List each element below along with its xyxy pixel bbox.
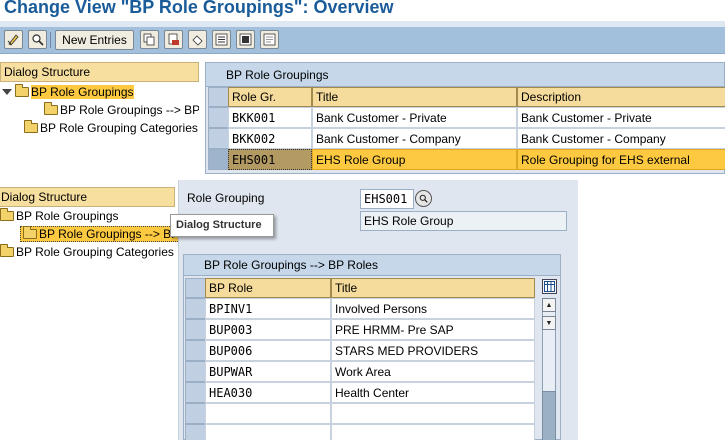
display-change-icon[interactable] — [4, 30, 23, 49]
table-settings-icon[interactable] — [542, 279, 557, 294]
lower-tree-item-bp-role-groupings[interactable]: BP Role Groupings — [0, 207, 178, 225]
select-all-rows-button[interactable] — [208, 87, 229, 107]
tree-item-role-groupings-roles[interactable]: BP Role Groupings --> BP Roles — [44, 101, 199, 119]
deselect-all-icon[interactable] — [260, 30, 279, 49]
table-cell-bp-role[interactable] — [205, 403, 331, 424]
expand-caret-icon[interactable] — [2, 89, 12, 95]
role-grouping-label: Role Grouping — [187, 191, 265, 205]
table-cell-title[interactable]: STARS MED PROVIDERS — [331, 340, 535, 361]
select-all-icon[interactable] — [212, 30, 231, 49]
column-header-title[interactable]: Title — [312, 87, 517, 107]
scroll-down-icon[interactable]: ▼ — [542, 316, 556, 330]
undo-icon[interactable] — [188, 30, 207, 49]
tree-item-label: BP Role Grouping Categories — [40, 121, 198, 135]
tree-item-bp-role-groupings[interactable]: BP Role Groupings — [2, 83, 197, 101]
row-selector[interactable] — [185, 403, 206, 424]
tree-item-label: BP Role Groupings — [31, 85, 134, 99]
table-cell-bp-role[interactable]: BUP003 — [205, 319, 331, 340]
folder-icon — [0, 244, 14, 257]
lower-tree-item-role-grouping-categories[interactable]: BP Role Grouping Categories — [0, 243, 178, 261]
role-grouping-field[interactable]: EHS001 — [360, 189, 414, 209]
row-selector[interactable] — [185, 361, 206, 382]
application-toolbar: New Entries — [0, 27, 725, 54]
select-all-rows-button[interactable] — [185, 278, 206, 298]
tooltip: Dialog Structure — [170, 214, 274, 237]
window-title: Change View "BP Role Groupings": Overvie… — [4, 0, 394, 17]
row-selector[interactable] — [208, 107, 229, 128]
table-cell-bp-role[interactable]: BPINV1 — [205, 298, 331, 319]
dialog-structure-header: Dialog Structure — [0, 62, 199, 82]
table-cell-title[interactable]: Involved Persons — [331, 298, 535, 319]
folder-icon — [0, 208, 14, 221]
table-cell-title[interactable] — [331, 424, 535, 440]
column-header-role-group[interactable]: Role Gr. — [228, 87, 312, 107]
table-cell-bp-role[interactable]: BUPWAR — [205, 361, 331, 382]
lower-dialog-structure-panel: Dialog Structure BP Role Groupings BP Ro… — [0, 180, 178, 440]
table-cell-title[interactable]: Health Center — [331, 382, 535, 403]
toolbar-separator — [50, 32, 51, 48]
column-header-title[interactable]: Title — [331, 278, 535, 298]
role-grouping-title-field: EHS Role Group — [360, 211, 567, 231]
copy-icon[interactable] — [140, 30, 159, 49]
tree-item-role-grouping-categories[interactable]: BP Role Grouping Categories — [24, 119, 199, 137]
table-cell-title[interactable] — [331, 403, 535, 424]
folder-icon — [44, 102, 58, 115]
details-icon[interactable] — [28, 30, 47, 49]
table-cell-role-selected[interactable]: EHS001 — [228, 149, 312, 170]
dialog-structure-panel: Dialog Structure BP Role Groupings BP Ro… — [0, 62, 199, 174]
folder-open-icon — [15, 84, 29, 97]
table-cell-title[interactable]: Work Area — [331, 361, 535, 382]
row-selector[interactable] — [185, 424, 206, 440]
table-cell-bp-role[interactable] — [205, 424, 331, 440]
lower-dialog-structure-header: Dialog Structure — [0, 187, 175, 207]
table-cell-title[interactable]: Bank Customer - Company — [312, 128, 517, 149]
vertical-scrollbar[interactable]: ▲ ▼ — [542, 298, 556, 440]
tree-item-label: BP Role Grouping Categories — [16, 245, 174, 259]
table-cell-role[interactable]: BKK002 — [228, 128, 312, 149]
folder-icon — [24, 120, 38, 133]
row-selector-selected[interactable] — [208, 149, 229, 170]
table-cell-title[interactable]: Bank Customer - Private — [312, 107, 517, 128]
scroll-up-icon[interactable]: ▲ — [542, 298, 556, 312]
delete-icon[interactable] — [164, 30, 183, 49]
row-selector[interactable] — [185, 298, 206, 319]
select-block-icon[interactable] — [236, 30, 255, 49]
table-title: BP Role Groupings — [206, 63, 724, 87]
row-selector[interactable] — [208, 128, 229, 149]
roles-table-title: BP Role Groupings --> BP Roles — [184, 255, 560, 276]
tree-item-label: BP Role Groupings --> BP Roles — [39, 227, 178, 241]
bp-roles-table: BP Role Groupings --> BP Roles BP Role T… — [183, 254, 561, 440]
table-cell-description[interactable]: Bank Customer - Company — [517, 128, 725, 149]
column-header-description[interactable]: Description — [517, 87, 725, 107]
folder-open-icon — [23, 226, 37, 239]
table-cell-title[interactable]: PRE HRMM- Pre SAP — [331, 319, 535, 340]
table-cell-role[interactable]: BKK001 — [228, 107, 312, 128]
bp-role-groupings-table: BP Role Groupings Role Gr. Title Descrip… — [205, 62, 725, 174]
table-cell-description-selected[interactable]: Role Grouping for EHS external — [517, 149, 725, 170]
table-cell-bp-role[interactable]: BUP006 — [205, 340, 331, 361]
search-help-icon[interactable] — [415, 190, 432, 207]
row-selector[interactable] — [185, 382, 206, 403]
table-cell-title-selected[interactable]: EHS Role Group — [312, 149, 517, 170]
table-cell-description[interactable]: Bank Customer - Private — [517, 107, 725, 128]
row-selector[interactable] — [185, 340, 206, 361]
column-header-bp-role[interactable]: BP Role — [205, 278, 331, 298]
table-cell-bp-role[interactable]: HEA030 — [205, 382, 331, 403]
tree-item-label: BP Role Groupings --> BP Roles — [60, 103, 199, 117]
new-entries-button[interactable]: New Entries — [55, 30, 134, 50]
tree-item-label: BP Role Groupings — [16, 209, 119, 223]
row-selector[interactable] — [185, 319, 206, 340]
scroll-thumb[interactable] — [542, 391, 556, 440]
lower-tree-item-role-groupings-roles[interactable]: BP Role Groupings --> BP Roles — [20, 225, 178, 243]
